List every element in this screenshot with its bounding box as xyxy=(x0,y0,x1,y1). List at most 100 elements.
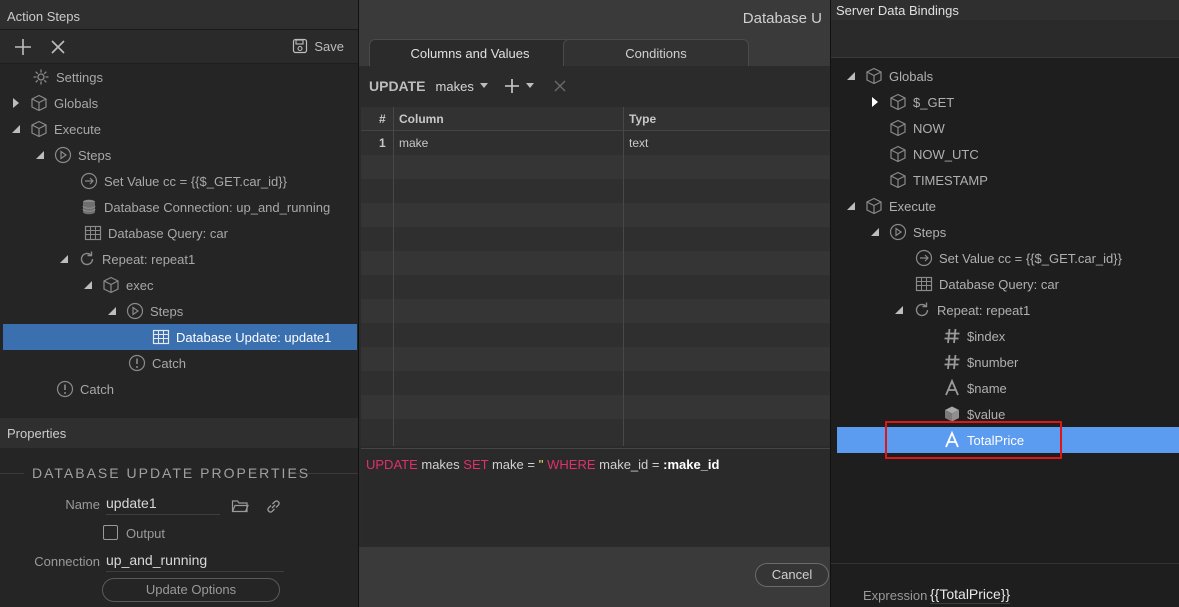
play-circle-icon xyxy=(126,302,144,320)
connection-label: Connection xyxy=(34,554,100,569)
grid-header: # Column Type xyxy=(361,107,831,131)
table-icon xyxy=(84,224,102,242)
cube-icon xyxy=(889,119,907,137)
tree-item-database-connection[interactable]: Database Connection: up_and_running xyxy=(80,194,330,220)
action-steps-panel: Action Steps Save Settings Globals Execu… xyxy=(0,0,358,607)
dialog-title: Database U xyxy=(359,0,830,36)
arrow-circle-icon xyxy=(915,249,933,267)
cube-icon xyxy=(30,120,48,138)
update-toolbar: UPDATE makes xyxy=(359,66,831,106)
tree-item-steps-inner[interactable]: Steps xyxy=(106,298,183,324)
tree-item-exec[interactable]: exec xyxy=(82,272,153,298)
table-select[interactable]: makes xyxy=(436,79,488,94)
expression-area: Expression {{TotalPrice}} xyxy=(831,563,1179,607)
chevron-down-icon xyxy=(479,83,488,89)
binding-database-query[interactable]: Database Query: car xyxy=(915,271,1059,297)
name-field[interactable]: update1 xyxy=(106,495,220,515)
output-label: Output xyxy=(126,526,166,541)
binding-now-utc[interactable]: NOW_UTC xyxy=(889,141,979,167)
binding-repeat[interactable]: Repeat: repeat1 xyxy=(893,297,1030,323)
arrow-circle-icon xyxy=(80,172,98,190)
collapse-arrow-icon[interactable] xyxy=(58,253,70,265)
cube-icon xyxy=(30,94,48,112)
plus-icon[interactable] xyxy=(14,38,32,56)
binding-globals[interactable]: Globals xyxy=(845,63,933,89)
tree-item-steps[interactable]: Steps xyxy=(34,142,111,168)
collapse-arrow-icon[interactable] xyxy=(845,70,857,82)
output-checkbox[interactable] xyxy=(103,525,118,540)
collapse-arrow-icon[interactable] xyxy=(10,123,22,135)
tree-item-globals[interactable]: Globals xyxy=(10,90,98,116)
collapse-arrow-icon[interactable] xyxy=(82,279,94,291)
binding-set-value[interactable]: Set Value cc = {{$_GET.car_id}} xyxy=(915,245,1122,271)
section-title: DATABASE UPDATE PROPERTIES xyxy=(32,465,311,481)
expand-arrow-icon[interactable] xyxy=(869,96,881,108)
alert-circle-icon xyxy=(128,354,146,372)
folder-icon[interactable] xyxy=(231,498,249,514)
expression-field[interactable]: {{TotalPrice}} xyxy=(930,586,1011,604)
collapse-arrow-icon[interactable] xyxy=(869,226,881,238)
tree-item-execute[interactable]: Execute xyxy=(10,116,101,142)
remove-column-icon[interactable] xyxy=(554,80,566,92)
server-data-bindings-panel: Server Data Bindings Globals $_GET NOW N… xyxy=(830,0,1179,607)
table-row[interactable]: 1 make text xyxy=(361,131,831,155)
plus-icon xyxy=(504,78,520,94)
cube-icon xyxy=(102,276,120,294)
binding-execute[interactable]: Execute xyxy=(845,193,936,219)
name-label: Name xyxy=(65,497,100,512)
tab-columns-and-values[interactable]: Columns and Values xyxy=(369,39,571,66)
expression-label: Expression xyxy=(863,588,928,603)
tree-item-database-query[interactable]: Database Query: car xyxy=(84,220,228,246)
add-column-button[interactable] xyxy=(504,78,534,94)
save-label: Save xyxy=(314,38,344,54)
tab-conditions[interactable]: Conditions xyxy=(563,39,749,66)
collapse-arrow-icon[interactable] xyxy=(106,305,118,317)
cube-icon xyxy=(889,93,907,111)
connection-field[interactable]: up_and_running xyxy=(106,552,284,572)
database-icon xyxy=(80,198,98,216)
repeat-icon xyxy=(78,250,96,268)
tree-item-catch-inner[interactable]: Catch xyxy=(128,350,186,376)
binding-now[interactable]: NOW xyxy=(889,115,945,141)
repeat-icon xyxy=(913,301,931,319)
play-circle-icon xyxy=(889,223,907,241)
tree-item-settings[interactable]: Settings xyxy=(32,64,103,90)
collapse-arrow-icon[interactable] xyxy=(893,304,905,316)
update-options-button[interactable]: Update Options xyxy=(102,578,280,602)
hash-icon xyxy=(943,327,961,345)
binding-steps[interactable]: Steps xyxy=(869,219,946,245)
tree-item-set-value[interactable]: Set Value cc = {{$_GET.car_id}} xyxy=(80,168,287,194)
cube-icon xyxy=(865,197,883,215)
cube-icon xyxy=(865,67,883,85)
action-steps-title: Action Steps xyxy=(0,0,358,30)
header-column: Column xyxy=(399,112,444,126)
tree-item-database-update[interactable]: Database Update: update1 xyxy=(152,324,331,350)
highlight-annotation-box xyxy=(885,421,1062,459)
collapse-arrow-icon[interactable] xyxy=(34,149,46,161)
database-update-dialog: Database U Columns and Values Conditions… xyxy=(358,0,831,607)
gear-icon xyxy=(32,68,50,86)
collapse-arrow-icon[interactable] xyxy=(845,200,857,212)
header-type: Type xyxy=(629,112,657,126)
table-icon xyxy=(152,328,170,346)
binding-number[interactable]: $number xyxy=(943,349,1018,375)
save-button[interactable]: Save xyxy=(292,38,344,54)
tree-item-catch[interactable]: Catch xyxy=(56,376,114,402)
tree-item-repeat[interactable]: Repeat: repeat1 xyxy=(58,246,195,272)
expand-arrow-icon[interactable] xyxy=(10,97,22,109)
table-icon xyxy=(915,275,933,293)
bindings-title: Server Data Bindings xyxy=(831,0,1179,20)
columns-grid: 1 make text # Column Type xyxy=(361,107,831,446)
action-steps-toolbar: Save xyxy=(0,30,358,64)
cancel-button[interactable]: Cancel xyxy=(755,563,829,587)
binding-name[interactable]: $name xyxy=(943,375,1007,401)
binding-index[interactable]: $index xyxy=(943,323,1005,349)
binding-timestamp[interactable]: TIMESTAMP xyxy=(889,167,988,193)
close-icon[interactable] xyxy=(49,38,67,56)
link-icon[interactable] xyxy=(265,498,282,515)
save-icon xyxy=(292,38,308,54)
row-number: 1 xyxy=(379,136,386,150)
text-a-icon xyxy=(943,379,961,397)
cube-icon xyxy=(889,171,907,189)
binding-get[interactable]: $_GET xyxy=(869,89,954,115)
